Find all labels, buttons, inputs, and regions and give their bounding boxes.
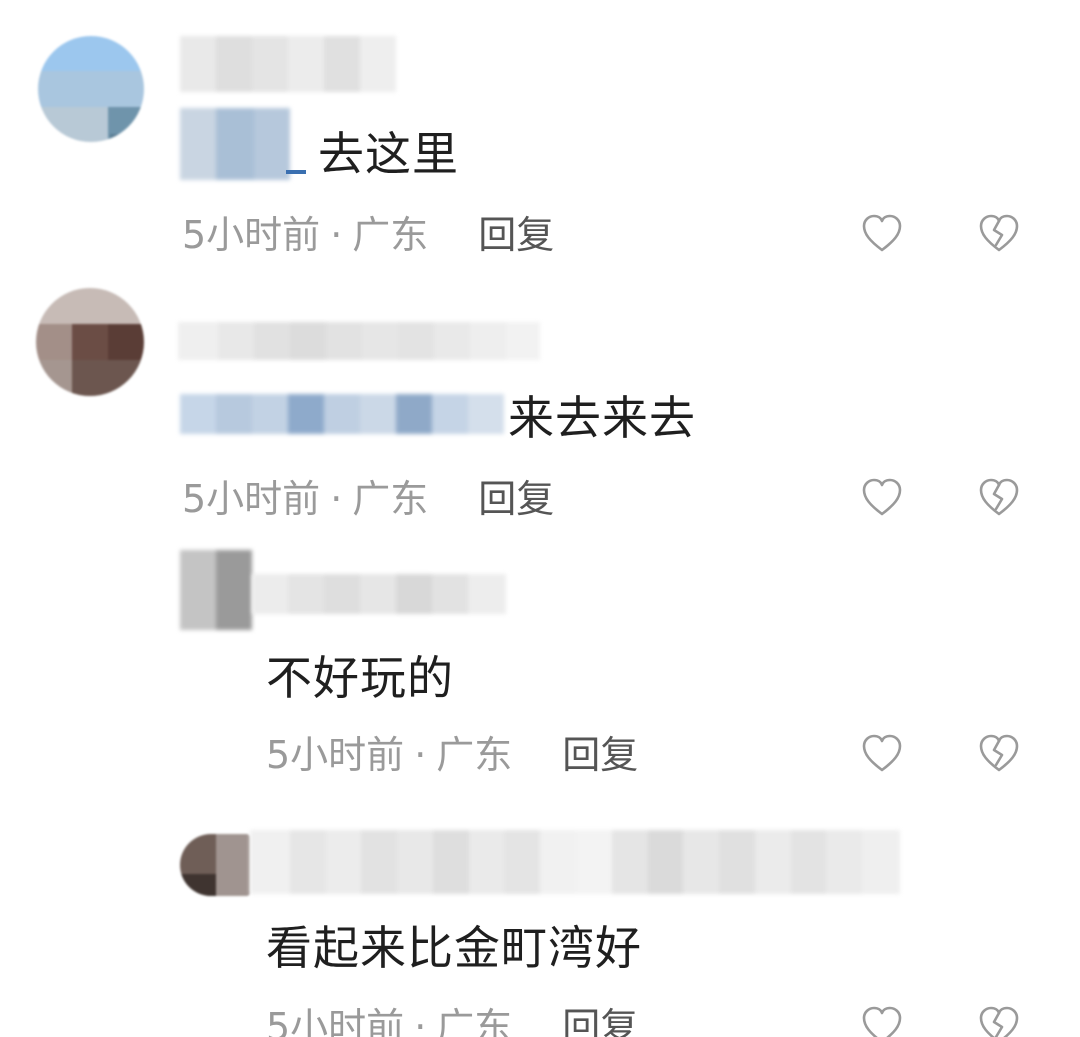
- comment-item: 看起来比金町湾好 5小时前 · 广东 回复: [0, 800, 1080, 1037]
- avatar[interactable]: [38, 36, 144, 142]
- like-button[interactable]: [860, 732, 904, 776]
- comment-time: 5小时前: [182, 477, 321, 521]
- comment-meta: 5小时前 · 广东 回复: [182, 212, 554, 258]
- comment-item: 来去来去 5小时前 · 广东 回复: [0, 280, 1080, 540]
- comment-location: 广东: [436, 1005, 513, 1037]
- username-redacted: [252, 574, 506, 614]
- avatar[interactable]: [180, 834, 250, 896]
- meta-separator: ·: [414, 733, 427, 777]
- like-button[interactable]: [860, 476, 904, 520]
- reply-button[interactable]: 回复: [478, 213, 554, 257]
- comment-item: 不好玩的 5小时前 · 广东 回复: [0, 540, 1080, 800]
- mention-redacted[interactable]: [180, 108, 290, 180]
- broken-heart-icon: [979, 478, 1019, 516]
- comment-text: 来去来去: [508, 391, 696, 445]
- avatar[interactable]: [36, 288, 144, 396]
- dislike-button[interactable]: [977, 476, 1021, 520]
- dislike-button[interactable]: [977, 1004, 1021, 1037]
- dislike-button[interactable]: [977, 212, 1021, 256]
- broken-heart-icon: [979, 214, 1019, 252]
- like-button[interactable]: [860, 1004, 904, 1037]
- comment-time: 5小时前: [266, 1005, 405, 1037]
- heart-outline-icon: [862, 214, 902, 252]
- comment-meta: 5小时前 · 广东 回复: [182, 476, 554, 522]
- comment-location: 广东: [352, 213, 429, 257]
- username-redacted: [180, 36, 396, 92]
- heart-outline-icon: [862, 734, 902, 772]
- reply-button[interactable]: 回复: [562, 1005, 638, 1037]
- broken-heart-icon: [979, 1006, 1019, 1037]
- comment-text: 不好玩的: [266, 651, 454, 705]
- meta-separator: ·: [330, 213, 343, 257]
- mention-underline: [286, 170, 306, 174]
- username-redacted: [178, 322, 540, 360]
- comment-meta: 5小时前 · 广东 回复: [266, 1004, 638, 1037]
- reply-button[interactable]: 回复: [478, 477, 554, 521]
- dislike-button[interactable]: [977, 732, 1021, 776]
- mention-redacted[interactable]: [180, 394, 504, 434]
- broken-heart-icon: [979, 734, 1019, 772]
- comment-time: 5小时前: [182, 213, 321, 257]
- comment-time: 5小时前: [266, 733, 405, 777]
- comment-text: 去这里: [318, 127, 459, 181]
- comment-location: 广东: [352, 477, 429, 521]
- meta-separator: ·: [330, 477, 343, 521]
- comment-item: 去这里 5小时前 · 广东 回复: [0, 0, 1080, 280]
- heart-outline-icon: [862, 1006, 902, 1037]
- like-button[interactable]: [860, 212, 904, 256]
- heart-outline-icon: [862, 478, 902, 516]
- reply-button[interactable]: 回复: [562, 733, 638, 777]
- comment-location: 广东: [436, 733, 513, 777]
- comment-text: 看起来比金町湾好: [266, 921, 642, 975]
- username-redacted: [250, 830, 901, 894]
- comment-meta: 5小时前 · 广东 回复: [266, 732, 638, 778]
- meta-separator: ·: [414, 1005, 427, 1037]
- avatar-redacted[interactable]: [180, 550, 252, 630]
